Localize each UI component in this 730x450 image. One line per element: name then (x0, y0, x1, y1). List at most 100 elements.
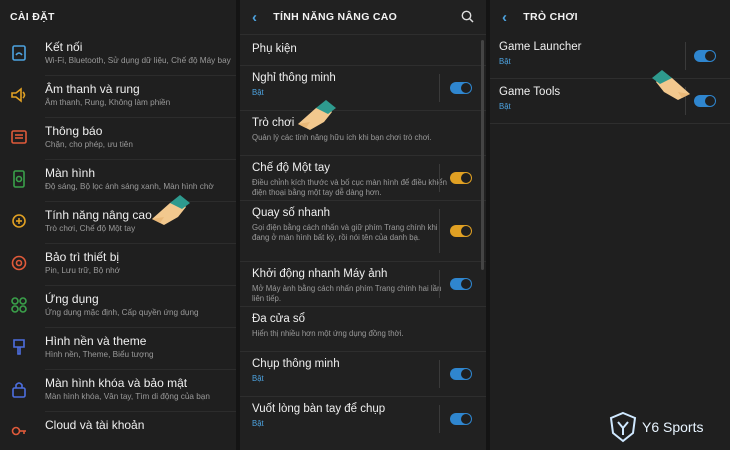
settings-item[interactable]: Bảo trì thiết bị Pin, Lưu trữ, Bộ nhớ (0, 244, 236, 286)
advanced-item[interactable]: Nghỉ thông minh Bật (240, 65, 486, 110)
display-icon (10, 170, 28, 188)
pointing-hand-icon (298, 100, 336, 130)
advanced-item-subtitle: Bật (252, 374, 264, 383)
settings-item-title: Tính năng nâng cao (45, 208, 152, 222)
settings-item-subtitle: Màn hình khóa, Vân tay, Tìm di động của … (45, 392, 210, 401)
game-item[interactable]: Game Tools Bật (490, 79, 730, 124)
speaker-icon (10, 86, 28, 104)
advanced-item[interactable]: Phụ kiện (240, 34, 486, 65)
settings-item-subtitle: Độ sáng, Bộ lọc ánh sáng xanh, Màn hình … (45, 182, 214, 191)
advanced-header: ‹ TÍNH NĂNG NÂNG CAO (240, 0, 486, 34)
toggle-switch[interactable] (450, 82, 472, 94)
vertical-separator (439, 209, 440, 253)
vertical-separator (439, 360, 440, 388)
toggle-knob (461, 279, 471, 289)
advanced-list: Phụ kiện Nghỉ thông minh Bật Trò chơi Quản l… (240, 34, 486, 441)
vertical-separator (439, 164, 440, 192)
settings-item-title: Ứng dụng (45, 292, 99, 306)
advanced-item[interactable]: Chụp thông minh Bật (240, 351, 486, 396)
advanced-item[interactable]: Trò chơi Quản lý các tính năng hữu ích kh… (240, 110, 486, 155)
watermark-text: Y6 Sports (642, 419, 704, 435)
settings-item[interactable]: Ứng dụng Ứng dụng mặc định, Cấp quyền ứng… (0, 286, 236, 328)
advanced-item-title: Phụ kiện (252, 43, 297, 55)
advanced-item[interactable]: Khởi động nhanh Máy ảnh Mở Máy ảnh bằng c… (240, 261, 486, 306)
vertical-separator (439, 270, 440, 298)
settings-item[interactable]: Hình nền và theme Hình nền, Theme, Biểu t… (0, 328, 236, 370)
shield-logo-icon (609, 411, 637, 443)
advanced-item-title: Vuốt lòng bàn tay để chụp (252, 403, 386, 415)
scrollbar[interactable] (481, 40, 484, 270)
game-item-subtitle: Bật (499, 102, 511, 111)
settings-item-title: Thông báo (45, 124, 103, 138)
toggle-knob (461, 369, 471, 379)
advanced-item[interactable]: Đa cửa sổ Hiển thị nhiều hơn một ứng dụng… (240, 306, 486, 351)
toggle-switch[interactable] (450, 368, 472, 380)
advanced-item[interactable]: Vuốt lòng bàn tay để chụp Bật (240, 396, 486, 441)
watermark: Y6 Sports (608, 408, 726, 446)
games-header: ‹ TRÒ CHƠI (490, 0, 730, 34)
page-title: TRÒ CHƠI (523, 11, 578, 23)
settings-item-subtitle: Chặn, cho phép, ưu tiên (45, 140, 133, 149)
toggle-knob (705, 96, 715, 106)
toggle-switch[interactable] (450, 225, 472, 237)
vertical-separator (685, 42, 686, 70)
game-item-title: Game Tools (499, 86, 561, 98)
settings-item-title: Cloud và tài khoản (45, 418, 145, 432)
advanced-item-subtitle: Mở Máy ảnh bằng cách nhấn phím Trang chí… (252, 284, 442, 303)
advanced-item-title: Chụp thông minh (252, 358, 340, 370)
settings-item[interactable]: Tính năng nâng cao Trò chơi, Chế độ Một t… (0, 202, 236, 244)
game-item[interactable]: Game Launcher Bật (490, 34, 730, 79)
toggle-switch[interactable] (450, 278, 472, 290)
settings-item[interactable]: Thông báo Chặn, cho phép, ưu tiên (0, 118, 236, 160)
settings-item[interactable]: Màn hình khóa và bảo mật Màn hình khóa, V… (0, 370, 236, 412)
back-arrow-icon[interactable]: ‹ (252, 10, 257, 25)
toggle-switch[interactable] (694, 50, 716, 62)
advanced-item[interactable]: Chế độ Một tay Điều chỉnh kích thước và b… (240, 155, 486, 200)
settings-item-title: Bảo trì thiết bị (45, 250, 120, 264)
settings-item-title: Màn hình khóa và bảo mật (45, 376, 188, 390)
back-arrow-icon[interactable]: ‹ (502, 10, 507, 25)
settings-item[interactable]: Màn hình Độ sáng, Bộ lọc ánh sáng xanh, M… (0, 160, 236, 202)
settings-item-title: Kết nối (45, 40, 83, 54)
settings-item-subtitle: Pin, Lưu trữ, Bộ nhớ (45, 266, 121, 275)
advanced-item[interactable]: Quay số nhanh Gọi điện bằng cách nhấn và … (240, 200, 486, 261)
toggle-knob (461, 173, 471, 183)
settings-panel: CÀI ĐẶT Kết nối Wi-Fi, Bluetooth, Sử dụng… (0, 0, 236, 450)
search-icon[interactable] (461, 10, 474, 23)
settings-item[interactable]: Kết nối Wi-Fi, Bluetooth, Sử dụng dữ liệu… (0, 34, 236, 76)
advanced-item-subtitle: Quản lý các tính năng hữu ích khi bạn ch… (252, 133, 432, 142)
toggle-knob (461, 414, 471, 424)
settings-item-title: Màn hình (45, 166, 96, 180)
games-list: Game Launcher Bật Game Tools Bật (490, 34, 730, 124)
advanced-item-title: Nghỉ thông minh (252, 72, 336, 84)
advanced-features-panel: ‹ TÍNH NĂNG NÂNG CAO Phụ kiện Nghỉ thông … (240, 0, 486, 450)
advanced-item-title: Khởi động nhanh Máy ảnh (252, 268, 388, 280)
advanced-item-title: Trò chơi (252, 117, 295, 129)
gear-plus-icon (10, 212, 28, 230)
advanced-item-title: Quay số nhanh (252, 207, 331, 219)
settings-item-subtitle: Hình nền, Theme, Biểu tượng (45, 350, 154, 359)
settings-item-title: Âm thanh và rung (45, 82, 140, 96)
key-icon (10, 422, 28, 440)
wifi-file-icon (10, 44, 28, 62)
toggle-switch[interactable] (694, 95, 716, 107)
page-title: TÍNH NĂNG NÂNG CAO (273, 11, 398, 23)
toggle-knob (461, 83, 471, 93)
toggle-switch[interactable] (450, 172, 472, 184)
advanced-item-subtitle: Bật (252, 419, 264, 428)
toggle-switch[interactable] (450, 413, 472, 425)
advanced-item-title: Chế độ Một tay (252, 162, 330, 174)
vertical-separator (439, 74, 440, 102)
toggle-knob (705, 51, 715, 61)
advanced-item-subtitle: Hiển thị nhiều hơn một ứng dụng đồng thờ… (252, 329, 404, 338)
settings-item-title: Hình nền và theme (45, 334, 147, 348)
settings-item[interactable]: Cloud và tài khoản (0, 412, 236, 450)
settings-item-subtitle: Wi-Fi, Bluetooth, Sử dụng dữ liệu, Chế đ… (45, 56, 231, 65)
lock-icon (10, 380, 28, 398)
settings-list: Kết nối Wi-Fi, Bluetooth, Sử dụng dữ liệu… (0, 34, 236, 450)
game-item-title: Game Launcher (499, 41, 582, 53)
notification-icon (10, 128, 28, 146)
settings-item[interactable]: Âm thanh và rung Âm thanh, Rung, Không là… (0, 76, 236, 118)
games-panel: ‹ TRÒ CHƠI Game Launcher Bật Game Tools Bật (490, 0, 730, 450)
page-title: CÀI ĐẶT (10, 11, 55, 23)
